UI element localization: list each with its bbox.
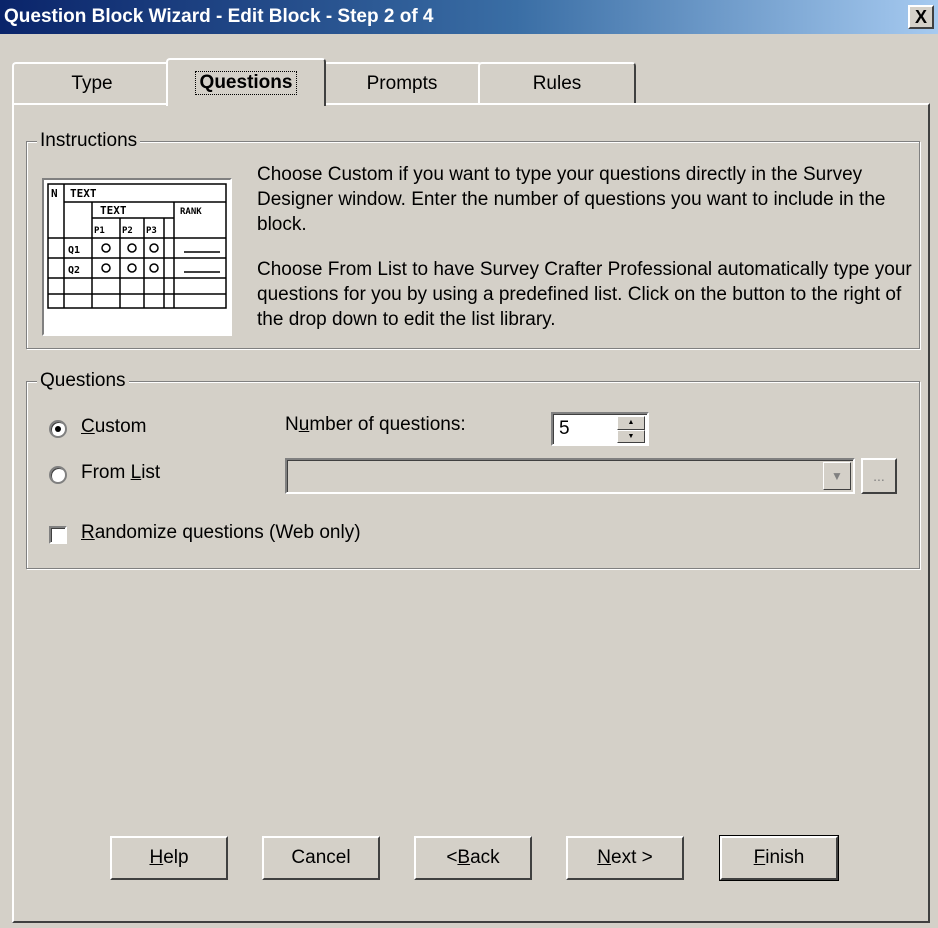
triangle-up-icon: ▲: [627, 419, 635, 427]
from-list-radio-label[interactable]: From List: [81, 462, 160, 484]
help-button[interactable]: Help: [110, 836, 228, 880]
spinner-buttons: ▲ ▼: [617, 416, 645, 443]
cancel-button-label: Cancel: [291, 847, 351, 868]
title-bar: Question Block Wizard - Edit Block - Ste…: [0, 0, 938, 34]
custom-radio[interactable]: [49, 420, 67, 438]
spin-up-button[interactable]: ▲: [617, 416, 645, 430]
tab-type[interactable]: Type: [12, 62, 172, 104]
chevron-down-icon: ▼: [831, 469, 843, 483]
tab-questions-label: Questions: [194, 71, 298, 95]
dropdown-arrow-button[interactable]: ▼: [823, 462, 851, 490]
randomize-checkbox[interactable]: [49, 526, 67, 544]
thumb-p2: P2: [122, 226, 133, 236]
thumb-p3: P3: [146, 226, 157, 236]
ellipsis-icon: ...: [873, 468, 885, 484]
close-button[interactable]: X: [908, 5, 934, 29]
thumb-q1: Q1: [68, 245, 80, 256]
finish-button[interactable]: Finish: [719, 835, 839, 881]
thumb-rank: RANK: [180, 207, 202, 217]
from-list-radio[interactable]: [49, 466, 67, 484]
number-of-questions-value: 5: [559, 418, 570, 439]
tab-questions[interactable]: Questions: [166, 58, 326, 106]
edit-list-library-button[interactable]: ...: [861, 458, 897, 494]
next-button[interactable]: Next >: [566, 836, 684, 880]
tab-prompts[interactable]: Prompts: [322, 62, 482, 104]
number-of-questions-spinner[interactable]: 5 ▲ ▼: [551, 412, 649, 446]
tab-prompts-label: Prompts: [366, 73, 438, 94]
spin-down-button[interactable]: ▼: [617, 429, 645, 443]
instructions-paragraph-1: Choose Custom if you want to type your q…: [257, 164, 886, 235]
questions-legend: Questions: [37, 370, 129, 392]
thumb-text-header: TEXT: [70, 187, 97, 200]
back-button[interactable]: < Back: [414, 836, 532, 880]
custom-radio-label[interactable]: Custom: [81, 416, 146, 438]
grid-illustration-icon: N TEXT TEXT RANK P1 P2 P3 Q1 Q2: [47, 183, 227, 309]
tab-rules-label: Rules: [532, 73, 582, 94]
randomize-checkbox-label[interactable]: Randomize questions (Web only): [81, 522, 361, 544]
cancel-button[interactable]: Cancel: [262, 836, 380, 880]
thumb-text-sub: TEXT: [100, 204, 127, 217]
instructions-group: Instructions N TEXT TEXT RANK P1 P2 P3 Q…: [26, 130, 920, 349]
instructions-paragraph-2: Choose From List to have Survey Crafter …: [257, 259, 912, 330]
window-title: Question Block Wizard - Edit Block - Ste…: [4, 6, 434, 27]
list-dropdown[interactable]: ▼: [285, 458, 855, 494]
thumb-q2: Q2: [68, 265, 80, 276]
tab-rules[interactable]: Rules: [478, 62, 636, 104]
questions-group: Questions Custom Number of questions: 5 …: [26, 370, 920, 569]
thumb-n: N: [51, 187, 58, 200]
number-of-questions-label: Number of questions:: [285, 414, 466, 435]
instructions-legend: Instructions: [37, 130, 141, 152]
tab-panel: Instructions N TEXT TEXT RANK P1 P2 P3 Q…: [12, 103, 930, 923]
instructions-thumbnail: N TEXT TEXT RANK P1 P2 P3 Q1 Q2: [42, 178, 232, 336]
tab-type-label: Type: [71, 73, 113, 94]
thumb-p1: P1: [94, 226, 105, 236]
triangle-down-icon: ▼: [627, 432, 635, 440]
close-icon: X: [914, 7, 927, 27]
